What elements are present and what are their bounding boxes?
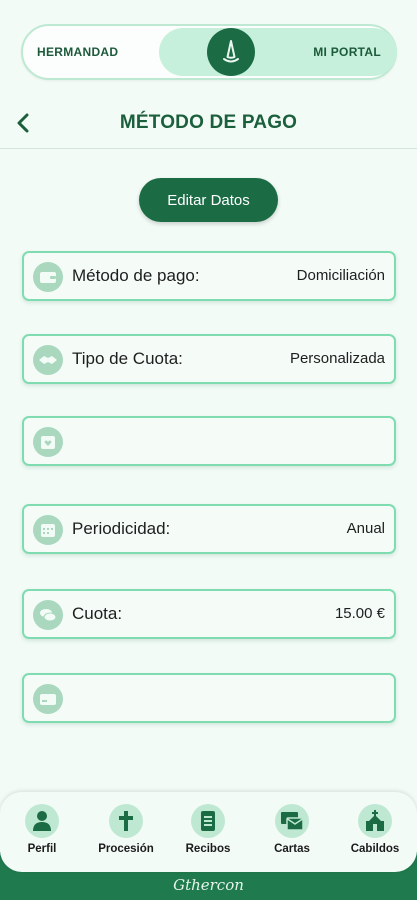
nav-item-cabildos[interactable]: Cabildos xyxy=(333,804,417,855)
card-label: Método de pago: xyxy=(72,266,200,285)
card-fee-type: Tipo de Cuota: Personalizada xyxy=(22,334,396,384)
nav-label: Cartas xyxy=(274,843,310,855)
coins-icon xyxy=(33,600,63,630)
card-value: Domiciliación xyxy=(296,267,385,284)
card-periodicity: Periodicidad: Anual xyxy=(22,504,396,554)
calendar-heart-icon xyxy=(33,427,63,457)
capirote-icon xyxy=(223,40,239,63)
wallet-icon xyxy=(33,262,63,292)
portal-toggle[interactable]: HERMANDAD MI PORTAL xyxy=(21,24,397,80)
nav-label: Procesión xyxy=(98,843,154,855)
handshake-icon xyxy=(33,345,63,375)
card-fee: Cuota: 15.00 € xyxy=(22,589,396,639)
nav-item-recibos[interactable]: Recibos xyxy=(166,804,250,855)
edit-data-button[interactable]: Editar Datos xyxy=(139,178,278,222)
toggle-mi-portal[interactable]: MI PORTAL xyxy=(313,26,381,78)
header-divider xyxy=(0,148,417,149)
cross-icon xyxy=(109,804,143,838)
card-value: 15.00 € xyxy=(334,605,385,622)
card-empty-2 xyxy=(22,673,396,723)
nav-item-procesion[interactable]: Procesión xyxy=(84,804,168,855)
nav-label: Cabildos xyxy=(350,843,400,855)
letters-icon xyxy=(275,804,309,838)
nav-item-cartas[interactable]: Cartas xyxy=(250,804,334,855)
person-icon xyxy=(25,804,59,838)
bottom-nav: Perfil Procesión Recibos Cartas Cabildos xyxy=(0,792,417,872)
nav-label: Perfil xyxy=(27,843,57,855)
nav-item-perfil[interactable]: Perfil xyxy=(0,804,84,855)
card-value: Personalizada xyxy=(289,350,385,367)
church-icon xyxy=(358,804,392,838)
brand-logo: Gthercon xyxy=(173,876,244,894)
card-label: Cuota: xyxy=(72,604,123,623)
card-label: Tipo de Cuota: xyxy=(72,349,183,368)
card-payment-method: Método de pago: Domiciliación xyxy=(22,251,396,301)
nav-label: Recibos xyxy=(185,843,231,855)
card-empty-1 xyxy=(22,416,396,466)
receipt-icon xyxy=(191,804,225,838)
toggle-hermandad[interactable]: HERMANDAD xyxy=(37,26,118,78)
page-title: MÉTODO DE PAGO xyxy=(119,112,298,133)
card-value: Anual xyxy=(346,520,385,537)
calendar-icon xyxy=(33,515,63,545)
toggle-knob[interactable] xyxy=(207,28,255,76)
card-icon xyxy=(33,684,63,714)
card-label: Periodicidad: xyxy=(72,519,171,538)
